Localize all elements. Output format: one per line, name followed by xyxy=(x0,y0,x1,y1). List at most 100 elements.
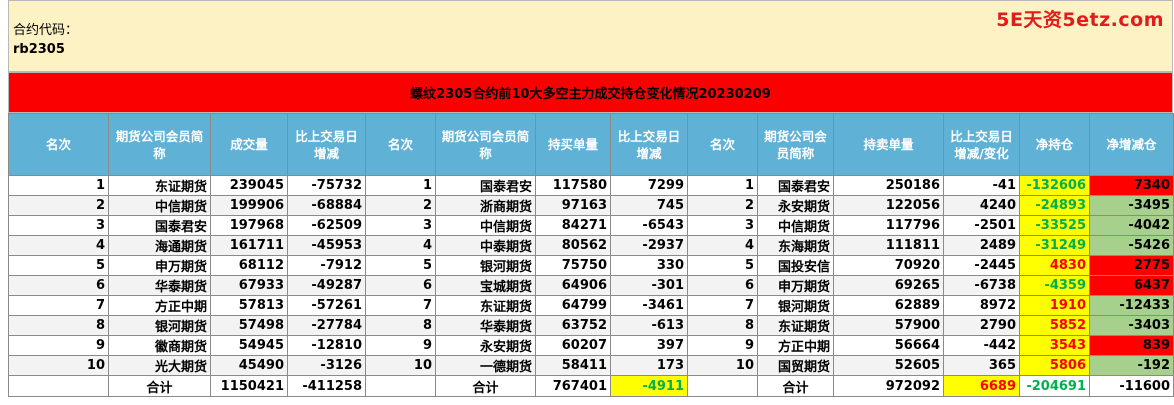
net-position-cell[interactable]: 5852 xyxy=(1019,315,1090,336)
header-volume[interactable]: 成交量 xyxy=(210,113,288,176)
member-cell[interactable]: 方正中期 xyxy=(757,335,834,356)
volume-change-cell[interactable]: -49287 xyxy=(287,275,366,296)
volume-cell[interactable]: 197968 xyxy=(210,215,288,236)
net-position-cell[interactable]: -33525 xyxy=(1019,215,1090,236)
buy-volume-cell[interactable]: 63752 xyxy=(535,315,611,336)
member-cell[interactable]: 申万期货 xyxy=(108,255,211,276)
rank-cell[interactable]: 4 xyxy=(687,235,758,256)
sell-volume-cell[interactable]: 57900 xyxy=(833,315,944,336)
sell-volume-cell[interactable]: 69265 xyxy=(833,275,944,296)
rank-cell[interactable]: 10 xyxy=(687,355,758,376)
sell-volume-cell[interactable]: 70920 xyxy=(833,255,944,276)
net-change-cell[interactable]: 839 xyxy=(1089,335,1174,356)
net-change-cell[interactable]: 2775 xyxy=(1089,255,1174,276)
member-cell[interactable]: 东证期货 xyxy=(435,295,536,316)
rank-cell[interactable]: 7 xyxy=(687,295,758,316)
buy-volume-cell[interactable]: 64799 xyxy=(535,295,611,316)
volume-cell[interactable]: 161711 xyxy=(210,235,288,256)
volume-cell[interactable]: 54945 xyxy=(210,335,288,356)
member-cell[interactable]: 国投安信 xyxy=(757,255,834,276)
buy-change-cell[interactable]: -301 xyxy=(610,275,688,296)
total-buy-change[interactable]: -4911 xyxy=(610,375,688,397)
sell-change-cell[interactable]: 2790 xyxy=(943,315,1020,336)
buy-change-cell[interactable]: 173 xyxy=(610,355,688,376)
rank-cell[interactable]: 9 xyxy=(8,335,109,356)
total-net-change[interactable]: -11600 xyxy=(1089,375,1174,397)
buy-change-cell[interactable]: 7299 xyxy=(610,175,688,196)
rank-cell[interactable]: 3 xyxy=(8,215,109,236)
net-change-cell[interactable]: 7340 xyxy=(1089,175,1174,196)
buy-volume-cell[interactable]: 97163 xyxy=(535,195,611,216)
volume-cell[interactable]: 45490 xyxy=(210,355,288,376)
rank-cell[interactable]: 2 xyxy=(365,195,436,216)
volume-change-cell[interactable]: -57261 xyxy=(287,295,366,316)
member-cell[interactable]: 徽商期货 xyxy=(108,335,211,356)
net-position-cell[interactable]: -24893 xyxy=(1019,195,1090,216)
buy-volume-cell[interactable]: 75750 xyxy=(535,255,611,276)
header-volume-change[interactable]: 比上交易日增减 xyxy=(287,113,366,176)
volume-cell[interactable]: 57813 xyxy=(210,295,288,316)
net-position-cell[interactable]: 3543 xyxy=(1019,335,1090,356)
net-position-cell[interactable]: 1910 xyxy=(1019,295,1090,316)
buy-change-cell[interactable]: -613 xyxy=(610,315,688,336)
header-net-position[interactable]: 净持仓 xyxy=(1019,113,1090,176)
net-change-cell[interactable]: -4042 xyxy=(1089,215,1174,236)
rank-cell[interactable]: 1 xyxy=(687,175,758,196)
rank-cell[interactable]: 10 xyxy=(8,355,109,376)
volume-cell[interactable]: 57498 xyxy=(210,315,288,336)
member-cell[interactable]: 银河期货 xyxy=(435,255,536,276)
sell-volume-cell[interactable]: 52605 xyxy=(833,355,944,376)
net-position-cell[interactable]: 4830 xyxy=(1019,255,1090,276)
header-member-volume[interactable]: 期货公司会员简称 xyxy=(108,113,211,176)
buy-change-cell[interactable]: -2937 xyxy=(610,235,688,256)
rank-cell[interactable]: 8 xyxy=(365,315,436,336)
buy-change-cell[interactable]: -3461 xyxy=(610,295,688,316)
member-cell[interactable]: 国贸期货 xyxy=(757,355,834,376)
member-cell[interactable]: 国泰君安 xyxy=(757,175,834,196)
sell-volume-cell[interactable]: 117796 xyxy=(833,215,944,236)
rank-cell[interactable]: 10 xyxy=(365,355,436,376)
volume-cell[interactable]: 67933 xyxy=(210,275,288,296)
header-buy-volume[interactable]: 持买单量 xyxy=(535,113,611,176)
rank-cell[interactable]: 5 xyxy=(687,255,758,276)
buy-volume-cell[interactable]: 117580 xyxy=(535,175,611,196)
member-cell[interactable]: 中信期货 xyxy=(435,215,536,236)
volume-change-cell[interactable]: -7912 xyxy=(287,255,366,276)
volume-change-cell[interactable]: -3126 xyxy=(287,355,366,376)
member-cell[interactable]: 银河期货 xyxy=(757,295,834,316)
rank-cell[interactable]: 9 xyxy=(687,335,758,356)
total-label[interactable]: 合计 xyxy=(108,375,211,397)
net-change-cell[interactable]: 6437 xyxy=(1089,275,1174,296)
sell-change-cell[interactable]: -2501 xyxy=(943,215,1020,236)
buy-volume-cell[interactable]: 60207 xyxy=(535,335,611,356)
member-cell[interactable]: 东海期货 xyxy=(757,235,834,256)
net-change-cell[interactable]: -5426 xyxy=(1089,235,1174,256)
member-cell[interactable]: 华泰期货 xyxy=(435,315,536,336)
header-sell-volume[interactable]: 持卖单量 xyxy=(833,113,944,176)
rank-cell[interactable]: 2 xyxy=(687,195,758,216)
rank-cell[interactable]: 6 xyxy=(687,275,758,296)
member-cell[interactable]: 永安期货 xyxy=(757,195,834,216)
rank-cell[interactable]: 1 xyxy=(365,175,436,196)
header-rank-buy[interactable]: 名次 xyxy=(365,113,436,176)
sell-change-cell[interactable]: -41 xyxy=(943,175,1020,196)
total-label[interactable]: 合计 xyxy=(757,375,834,397)
volume-cell[interactable]: 68112 xyxy=(210,255,288,276)
volume-change-cell[interactable]: -68884 xyxy=(287,195,366,216)
sell-change-cell[interactable]: 4240 xyxy=(943,195,1020,216)
header-buy-change[interactable]: 比上交易日增减 xyxy=(610,113,688,176)
net-position-cell[interactable]: -4359 xyxy=(1019,275,1090,296)
sell-change-cell[interactable]: -442 xyxy=(943,335,1020,356)
volume-change-cell[interactable]: -75732 xyxy=(287,175,366,196)
total-volume[interactable]: 1150421 xyxy=(210,375,288,397)
total-label[interactable]: 合计 xyxy=(435,375,536,397)
rank-cell[interactable]: 8 xyxy=(8,315,109,336)
rank-cell[interactable]: 6 xyxy=(8,275,109,296)
rank-cell[interactable]: 6 xyxy=(365,275,436,296)
sell-change-cell[interactable]: -2445 xyxy=(943,255,1020,276)
member-cell[interactable]: 东证期货 xyxy=(108,175,211,196)
member-cell[interactable]: 中信期货 xyxy=(757,215,834,236)
member-cell[interactable]: 宝城期货 xyxy=(435,275,536,296)
buy-change-cell[interactable]: 397 xyxy=(610,335,688,356)
header-rank-volume[interactable]: 名次 xyxy=(8,113,109,176)
